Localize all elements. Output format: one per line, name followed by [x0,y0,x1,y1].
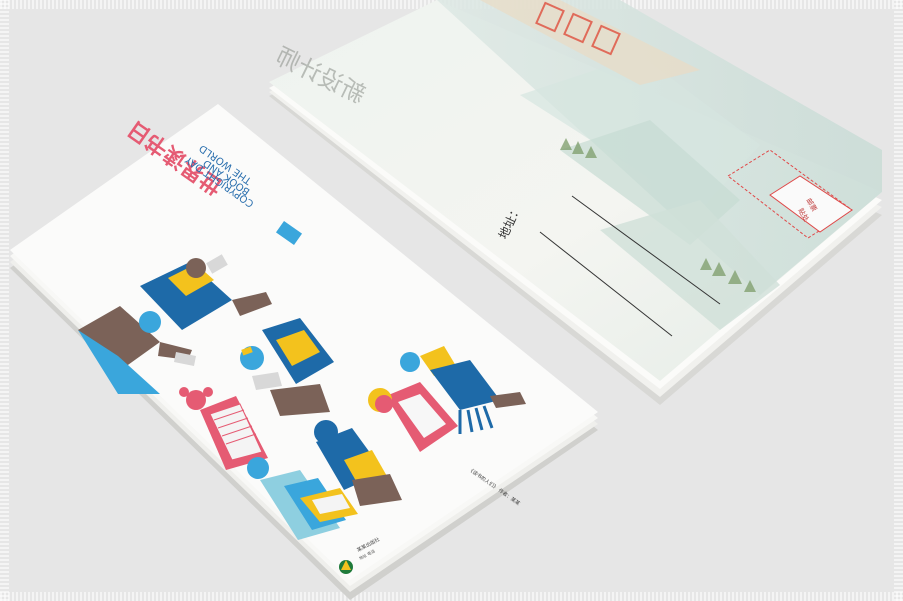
postcard-mockup-scene: 新设计师 地址： 邮票 贴处 世界读书日 THE WORLD BOOK AND … [0,0,903,601]
postcard-mockup-image: 新设计师 地址： 邮票 贴处 世界读书日 THE WORLD BOOK AND … [10,0,882,600]
publisher-logo [339,560,353,574]
